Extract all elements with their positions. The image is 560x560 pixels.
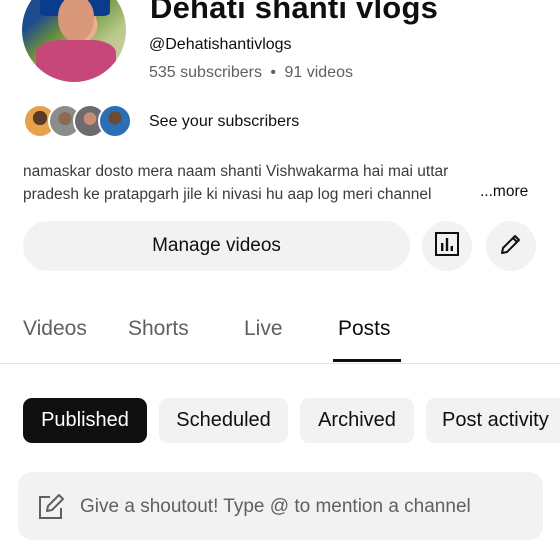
analytics-button[interactable] [422,221,472,271]
chip-archived[interactable]: Archived [300,398,414,443]
description-line: pradesh ke pratapgarh jile ki nivasi hu … [23,183,483,206]
tab-videos[interactable]: Videos [23,317,87,341]
see-subscribers-link[interactable]: See your subscribers [149,113,299,131]
chip-label: Scheduled [176,409,271,431]
channel-avatar[interactable] [22,0,126,82]
stats-separator: • [270,64,277,81]
tab-shorts[interactable]: Shorts [128,317,189,341]
channel-title: Dehati shanti vlogs [150,0,439,25]
edit-channel-button[interactable] [486,221,536,271]
chip-label: Published [41,409,129,431]
tab-posts[interactable]: Posts [338,317,391,341]
description-text: pradesh ke pratapgarh jile ki nivasi hu … [23,186,432,203]
more-link[interactable]: ...more [480,183,528,201]
analytics-icon [434,231,460,262]
post-composer[interactable] [18,472,543,540]
channel-handle: @Dehatishantivlogs [149,36,292,53]
chip-label: Archived [318,409,396,431]
channel-tabs: Videos Shorts Live Posts [0,303,560,364]
video-count: 91 videos [284,64,353,81]
manage-videos-button[interactable]: Manage videos [23,221,410,271]
subscriber-avatar [98,104,132,138]
pencil-icon [498,231,524,262]
edit-post-icon [36,492,66,527]
channel-stats: 535 subscribers • 91 videos [149,64,353,82]
tab-live[interactable]: Live [244,317,283,341]
shoutout-input[interactable] [80,492,520,522]
chip-label: Post activity [442,409,549,431]
active-tab-indicator [333,359,401,362]
subscriber-count: 535 subscribers [149,64,262,81]
chip-post-activity[interactable]: Post activity [426,398,560,443]
subscriber-avatars[interactable] [23,103,132,139]
manage-videos-label: Manage videos [152,235,281,256]
chip-scheduled[interactable]: Scheduled [159,398,288,443]
channel-description[interactable]: namaskar dosto mera naam shanti Vishwaka… [23,160,543,206]
chip-published[interactable]: Published [23,398,147,443]
description-line: namaskar dosto mera naam shanti Vishwaka… [23,163,449,180]
